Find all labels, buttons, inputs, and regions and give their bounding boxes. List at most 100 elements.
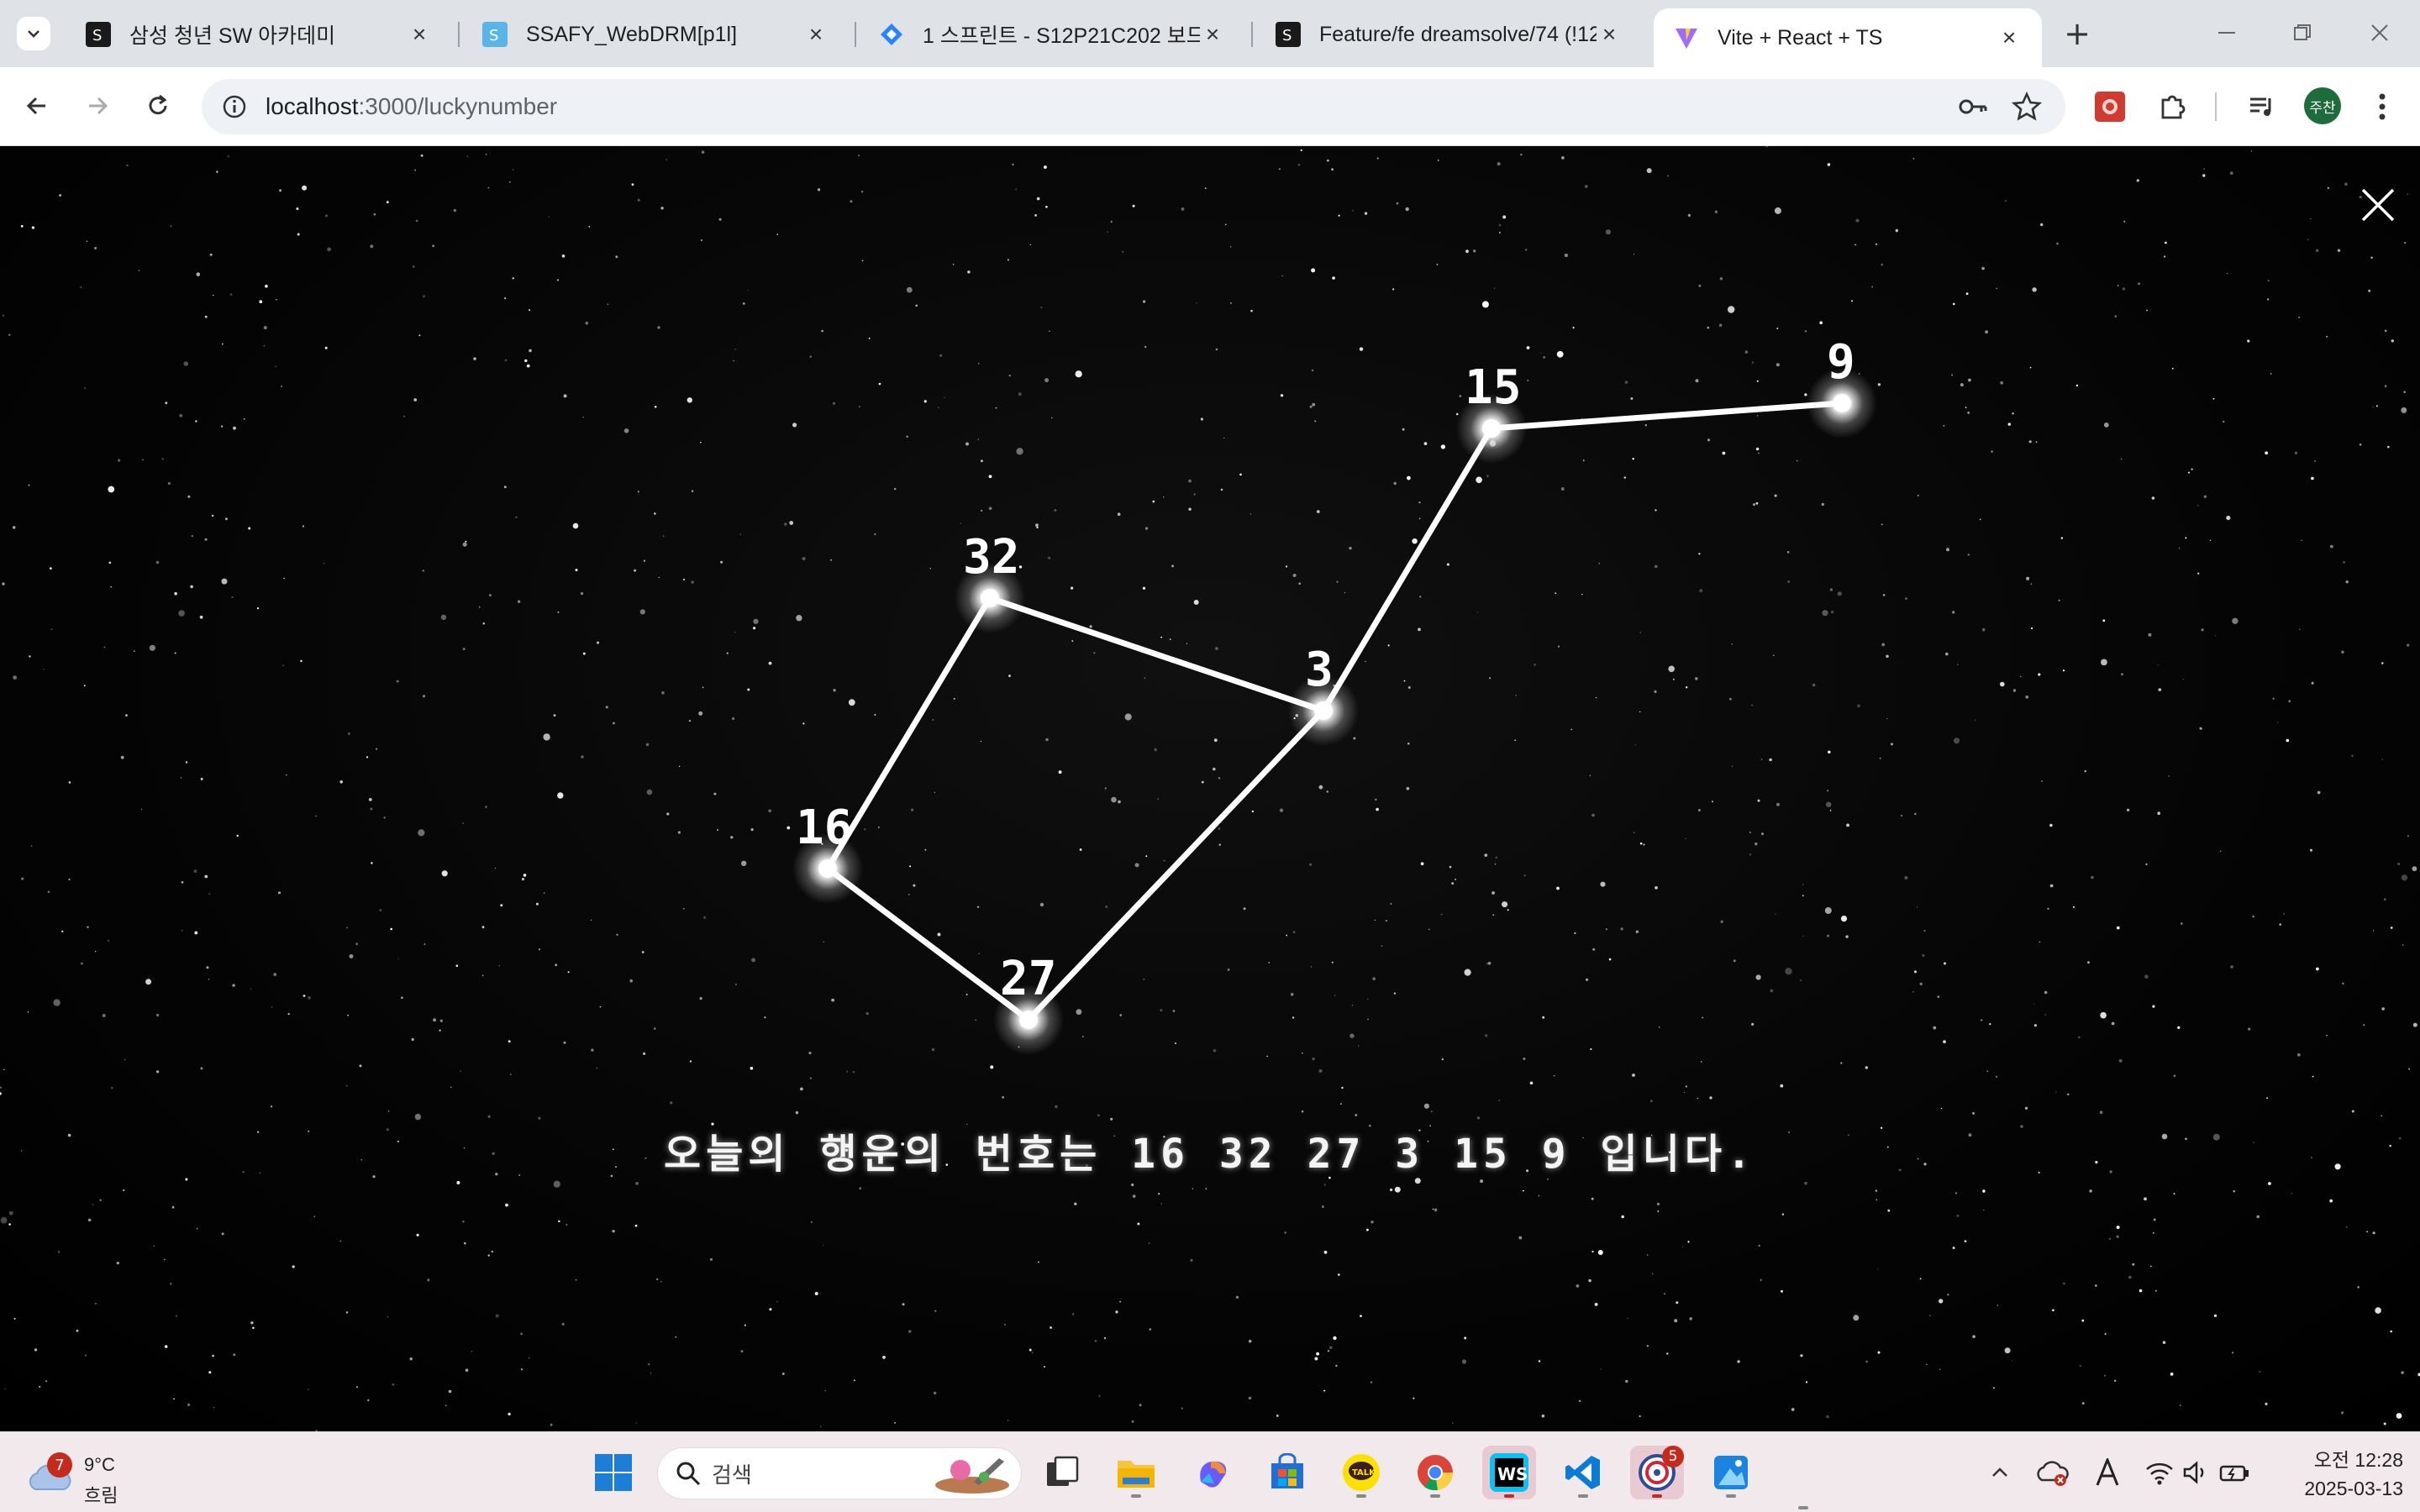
tray-overflow-button[interactable] — [1980, 1452, 2020, 1493]
tab-gitlab[interactable]: S Feature/fe dreamsolve/74 (!12 × — [1255, 8, 1642, 60]
wifi-tray[interactable] — [2139, 1452, 2180, 1493]
background-star — [1152, 500, 1155, 503]
start-button[interactable] — [587, 1446, 640, 1499]
target-app-button[interactable]: 5 — [1630, 1446, 1684, 1499]
restore-icon[interactable] — [2269, 12, 2336, 54]
ime-tray[interactable] — [2087, 1452, 2128, 1493]
file-explorer-button[interactable] — [1109, 1446, 1163, 1499]
taskbar-search[interactable]: 검색 — [657, 1447, 1022, 1499]
weather-widget[interactable]: 7 9°C 흐림 — [25, 1444, 143, 1506]
tab-vite-active[interactable]: Vite + React + TS × — [1654, 8, 2042, 67]
background-star — [187, 495, 191, 498]
bookmark-star-icon[interactable] — [2007, 87, 2047, 127]
battery-tray[interactable] — [2215, 1452, 2255, 1493]
close-icon[interactable] — [2353, 180, 2403, 230]
background-star — [366, 756, 369, 759]
background-star — [1914, 812, 1917, 816]
background-star — [47, 890, 50, 894]
background-star — [567, 971, 570, 974]
background-star — [2202, 174, 2206, 177]
background-star — [1877, 1268, 1879, 1270]
address-bar[interactable]: localhost:3000/luckynumber — [202, 79, 2065, 134]
background-star — [325, 214, 329, 218]
extension-red-icon[interactable] — [2087, 84, 2133, 129]
background-star — [517, 600, 521, 603]
background-star — [504, 297, 507, 300]
constellation-line — [824, 865, 1032, 1023]
tab-ssafy[interactable]: S 삼성 청년 SW 아카데미 × — [66, 8, 452, 60]
password-key-icon[interactable] — [1953, 87, 1993, 127]
background-star — [1036, 526, 1039, 529]
background-star — [2390, 927, 2393, 929]
media-control-icon[interactable] — [2238, 84, 2284, 129]
background-star — [915, 304, 918, 307]
tab-webdrm[interactable]: S SSAFY_WebDRM[p1l] × — [462, 8, 849, 60]
background-star — [1071, 1313, 1075, 1315]
tab-close-icon[interactable]: × — [407, 21, 432, 47]
background-star — [2329, 544, 2333, 549]
background-star — [1082, 1036, 1084, 1037]
background-star — [1437, 160, 1439, 161]
background-star — [808, 1052, 812, 1055]
kakaotalk-icon: TALK — [1343, 1454, 1380, 1491]
wifi-icon — [2146, 1462, 2173, 1485]
minimize-icon[interactable] — [2193, 12, 2260, 54]
webstorm-button[interactable]: WS — [1482, 1446, 1536, 1499]
background-star — [792, 423, 797, 428]
tab-close-icon[interactable]: × — [1996, 24, 2022, 50]
background-star — [221, 425, 224, 428]
background-star — [2213, 1314, 2217, 1317]
background-star — [196, 1227, 198, 1230]
copilot-button[interactable] — [1186, 1446, 1240, 1499]
site-info-icon[interactable] — [207, 79, 262, 134]
background-star — [68, 878, 71, 881]
reload-button[interactable] — [136, 84, 180, 128]
onedrive-tray[interactable] — [2032, 1452, 2072, 1493]
tab-close-icon[interactable]: × — [803, 21, 829, 47]
profile-avatar[interactable]: 주찬 — [2304, 87, 2341, 124]
microsoft-store-button[interactable] — [1260, 1446, 1314, 1499]
tab-jira[interactable]: 1 스프린트 - S12P21C202 보드 × — [859, 8, 1245, 60]
background-star — [1875, 1189, 1878, 1192]
background-star — [1169, 638, 1171, 640]
background-star — [1952, 1247, 1955, 1250]
background-star — [1776, 802, 1780, 806]
background-star — [786, 826, 791, 830]
background-star — [2150, 1265, 2152, 1268]
paint-app-button[interactable] — [1704, 1446, 1758, 1499]
background-star — [1774, 494, 1777, 497]
tab-close-icon[interactable]: × — [1200, 21, 1225, 47]
forward-button[interactable] — [76, 84, 119, 128]
window-close-icon[interactable] — [2346, 12, 2413, 54]
background-star — [1845, 935, 1849, 938]
background-star — [1160, 1203, 1162, 1205]
background-star — [1407, 742, 1410, 745]
menu-more-icon[interactable] — [2360, 84, 2405, 129]
system-clock[interactable]: 오전 12:28 2025-03-13 — [2269, 1446, 2403, 1503]
back-button[interactable] — [15, 84, 59, 128]
background-star — [2375, 1307, 2381, 1314]
background-star — [233, 426, 236, 430]
vscode-button[interactable] — [1556, 1446, 1610, 1499]
extensions-puzzle-icon[interactable] — [2149, 84, 2195, 129]
background-star — [1865, 1066, 1868, 1069]
new-tab-button[interactable]: + — [2059, 15, 2096, 52]
background-star — [1392, 288, 1395, 291]
background-star — [2266, 1097, 2269, 1100]
url-text[interactable]: localhost:3000/luckynumber — [266, 93, 557, 120]
kakaotalk-button[interactable]: TALK — [1334, 1446, 1388, 1499]
background-star — [1651, 1273, 1654, 1275]
background-star — [909, 865, 912, 868]
background-star — [859, 1187, 861, 1189]
background-star — [660, 1281, 662, 1283]
volume-tray[interactable] — [2176, 1452, 2217, 1493]
chrome-button[interactable] — [1408, 1446, 1462, 1499]
background-star — [561, 255, 566, 258]
background-star — [2327, 186, 2330, 190]
background-star — [2310, 848, 2312, 852]
background-star — [2326, 335, 2328, 338]
background-star — [1213, 1048, 1217, 1053]
tab-close-icon[interactable]: × — [1597, 21, 1622, 47]
tab-search-button[interactable] — [17, 17, 50, 50]
taskview-button[interactable] — [1035, 1446, 1089, 1499]
